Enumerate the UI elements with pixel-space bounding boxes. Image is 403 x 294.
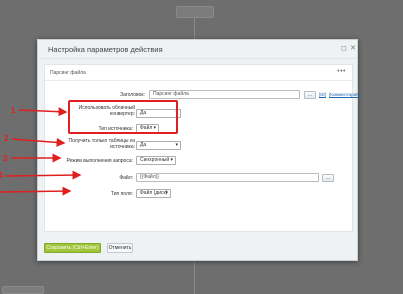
- title-input[interactable]: Парсинг файла: [149, 90, 300, 99]
- workflow-node: [2, 286, 44, 294]
- annotation-number-1: 1: [11, 106, 16, 115]
- settings-panel: Парсинг файла ••• Заголовок: Парсинг фай…: [44, 64, 360, 232]
- annotation-number-3: 3: [3, 154, 8, 163]
- more-menu-icon[interactable]: •••: [337, 68, 346, 75]
- workflow-node: [176, 6, 214, 18]
- file-insert-button[interactable]: ...: [322, 174, 334, 182]
- field-type-label: Тип поля:: [110, 191, 133, 197]
- cancel-button[interactable]: Отменить: [107, 243, 133, 253]
- file-input[interactable]: {{Файл}}: [136, 173, 319, 182]
- save-button[interactable]: Сохранить (Ctrl+Enter): [44, 243, 101, 253]
- only-tables-value: Да: [140, 142, 147, 148]
- id-link[interactable]: [ID]: [319, 92, 326, 97]
- annotation-number-2: 2: [4, 134, 9, 143]
- workflow-connector: [194, 262, 195, 294]
- dialog-title: Настройка параметров действия: [48, 45, 163, 54]
- field-type-select[interactable]: Файл (диск) ▾: [136, 189, 171, 198]
- workflow-connector: [194, 18, 195, 40]
- close-icon[interactable]: ✕: [349, 45, 357, 53]
- chevron-down-icon: ▾: [170, 157, 173, 163]
- request-mode-label: Режим выполнения запроса:: [66, 158, 133, 164]
- only-tables-select[interactable]: Да ▾: [136, 141, 181, 150]
- divider: [45, 80, 352, 81]
- maximize-icon[interactable]: ◻: [340, 45, 348, 53]
- chevron-down-icon: ▾: [165, 190, 168, 196]
- chevron-down-icon: ▾: [175, 142, 178, 148]
- action-settings-dialog: Настройка параметров действия ◻ ✕ Парсин…: [37, 39, 360, 261]
- file-label: Файл:: [119, 175, 133, 181]
- highlight-box: [68, 100, 178, 134]
- only-tables-label: Получить только таблицы из источника:: [68, 138, 135, 150]
- request-mode-select[interactable]: Синхронный ▾: [136, 156, 176, 165]
- dialog-footer: Сохранить (Ctrl+Enter) Отменить: [38, 239, 357, 261]
- panel-caption: Парсинг файла: [50, 70, 86, 76]
- request-mode-value: Синхронный: [140, 157, 170, 163]
- title-label: Заголовок:: [120, 92, 145, 98]
- title-insert-button[interactable]: ...: [304, 91, 316, 99]
- comment-link[interactable]: [Комментарий]: [329, 92, 360, 97]
- annotation-number-4: 4: [0, 171, 3, 180]
- field-type-value: Файл (диск): [140, 190, 168, 196]
- dialog-header: Настройка параметров действия ◻ ✕: [38, 40, 357, 59]
